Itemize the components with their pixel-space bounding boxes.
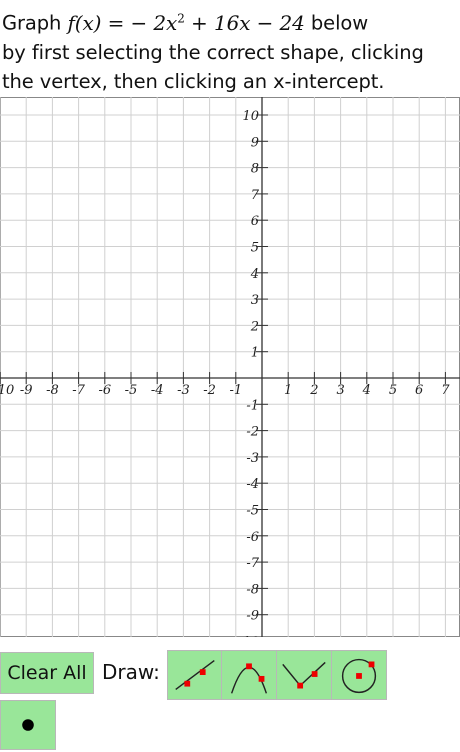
function-exponent: 2 [177,11,185,25]
x-tick-label: 2 [309,383,318,398]
absolute-value-tool-button[interactable] [276,650,332,700]
x-tick-label: -5 [125,383,138,398]
y-tick-label: -4 [246,477,259,492]
absolute-value-tool-icon [282,661,326,689]
y-tick-label: -1 [246,398,259,413]
x-tick-label: -6 [98,383,111,398]
line-tool-icon [175,659,215,691]
y-tick-label: -7 [246,556,259,571]
x-tick-label: -3 [177,383,190,398]
y-tick-label: 3 [251,293,259,308]
y-tick-label: 5 [251,241,259,256]
circle-tool-button[interactable] [331,650,387,700]
y-tick-label: -5 [246,504,259,519]
point-tool-button[interactable] [0,700,56,750]
y-tick-label: 9 [251,135,259,150]
x-tick-label: 4 [362,383,371,398]
x-tick-label: 6 [415,383,423,398]
clear-all-label: Clear All [7,662,87,684]
y-tick-label: -3 [246,451,259,466]
prompt-prefix: Graph [2,11,62,35]
y-tick-label: -8 [246,582,259,597]
x-tick-label: -4 [151,383,164,398]
prompt-line-2: by first selecting the correct shape, cl… [2,40,424,64]
line-tool-button[interactable] [167,650,223,700]
function-tail: + 16x − 24 [184,10,305,35]
graph-frame [0,97,460,637]
graph-svg[interactable]: 10 -9 -8 -7 -6 -5 -4 -3 -2 -1 1 2 3 4 5 6 7 10 9 8 7 6 5 4 3 2 1 -1… [0,97,460,637]
x-tick-label: 10 [0,383,14,398]
y-tick-label: 8 [251,162,259,177]
x-tick-label: -2 [203,383,216,398]
parabola-tool-button[interactable] [221,650,277,700]
y-tick-label: 2 [250,319,259,334]
x-tick-label: -7 [72,383,85,398]
prompt-suffix: below [310,11,369,35]
y-tick-label: -6 [246,530,259,545]
graph-canvas[interactable]: 10 -9 -8 -7 -6 -5 -4 -3 -2 -1 1 2 3 4 5 6 7 10 9 8 7 6 5 4 3 2 1 -1… [0,97,460,637]
y-tick-label: 7 [251,188,260,203]
x-tick-label: -8 [46,383,59,398]
y-tick-label: 6 [251,214,259,229]
x-tick-label: 1 [284,383,292,398]
function-expression: f(x) = − 2x2 + 16x − 24 [67,11,304,35]
x-tick-label: 3 [336,383,344,398]
y-tick-label: -9 [246,609,259,624]
y-tick-label: 10 [242,109,259,124]
clear-all-button[interactable]: Clear All [0,652,94,694]
y-tick-label: -10 [238,635,259,637]
x-tick-label: -9 [20,383,33,398]
y-tick-label: 4 [250,267,259,282]
circle-tool-icon [341,658,377,694]
function-head: f(x) = − 2x [67,10,178,35]
x-tick-label: -1 [229,383,242,398]
prompt-line-3: the vertex, then clicking an x-intercept… [2,69,385,93]
x-tick-label: 5 [389,383,397,398]
parabola-tool-icon [230,663,268,694]
point-tool-icon [22,719,34,731]
x-tick-label: 7 [441,383,450,398]
question-prompt: Graph f(x) = − 2x2 + 16x − 24 below by f… [2,4,458,96]
prompt-line-1: Graph f(x) = − 2x2 + 16x − 24 below [2,4,458,38]
draw-label: Draw: [102,660,160,684]
y-tick-label: -2 [246,425,259,440]
y-tick-label: 1 [251,346,259,361]
